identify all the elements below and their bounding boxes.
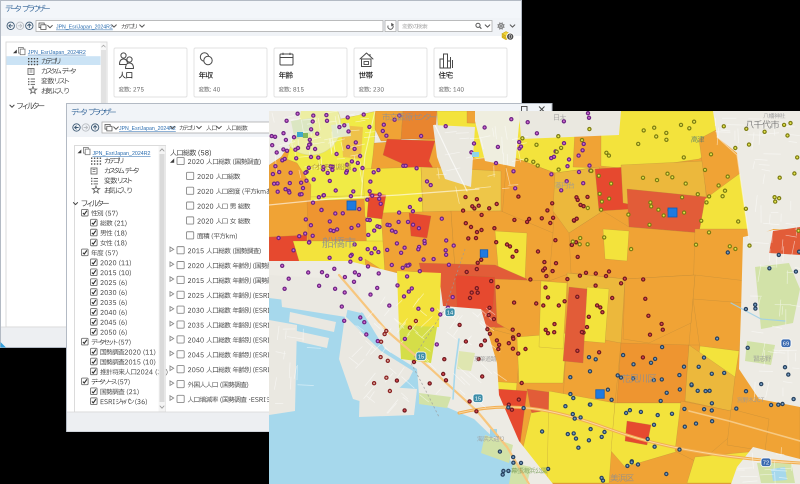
svg-text:0: 0 — [509, 35, 512, 41]
svg-text:JPN_EsriJapan_2024R2: JPN_EsriJapan_2024R2 — [93, 151, 151, 157]
svg-text:JPN_EsriJapan_2024R2: JPN_EsriJapan_2024R2 — [119, 126, 176, 132]
svg-text:69: 69 — [783, 342, 789, 348]
svg-text:JPN_EsriJapan_2024R2: JPN_EsriJapan_2024R2 — [28, 50, 86, 56]
svg-text:72: 72 — [763, 461, 769, 467]
svg-text:14: 14 — [447, 311, 454, 317]
svg-text:JPN_EsriJapan_2024R2: JPN_EsriJapan_2024R2 — [56, 25, 113, 31]
svg-text:15: 15 — [475, 397, 481, 403]
svg-text:15: 15 — [418, 355, 424, 361]
